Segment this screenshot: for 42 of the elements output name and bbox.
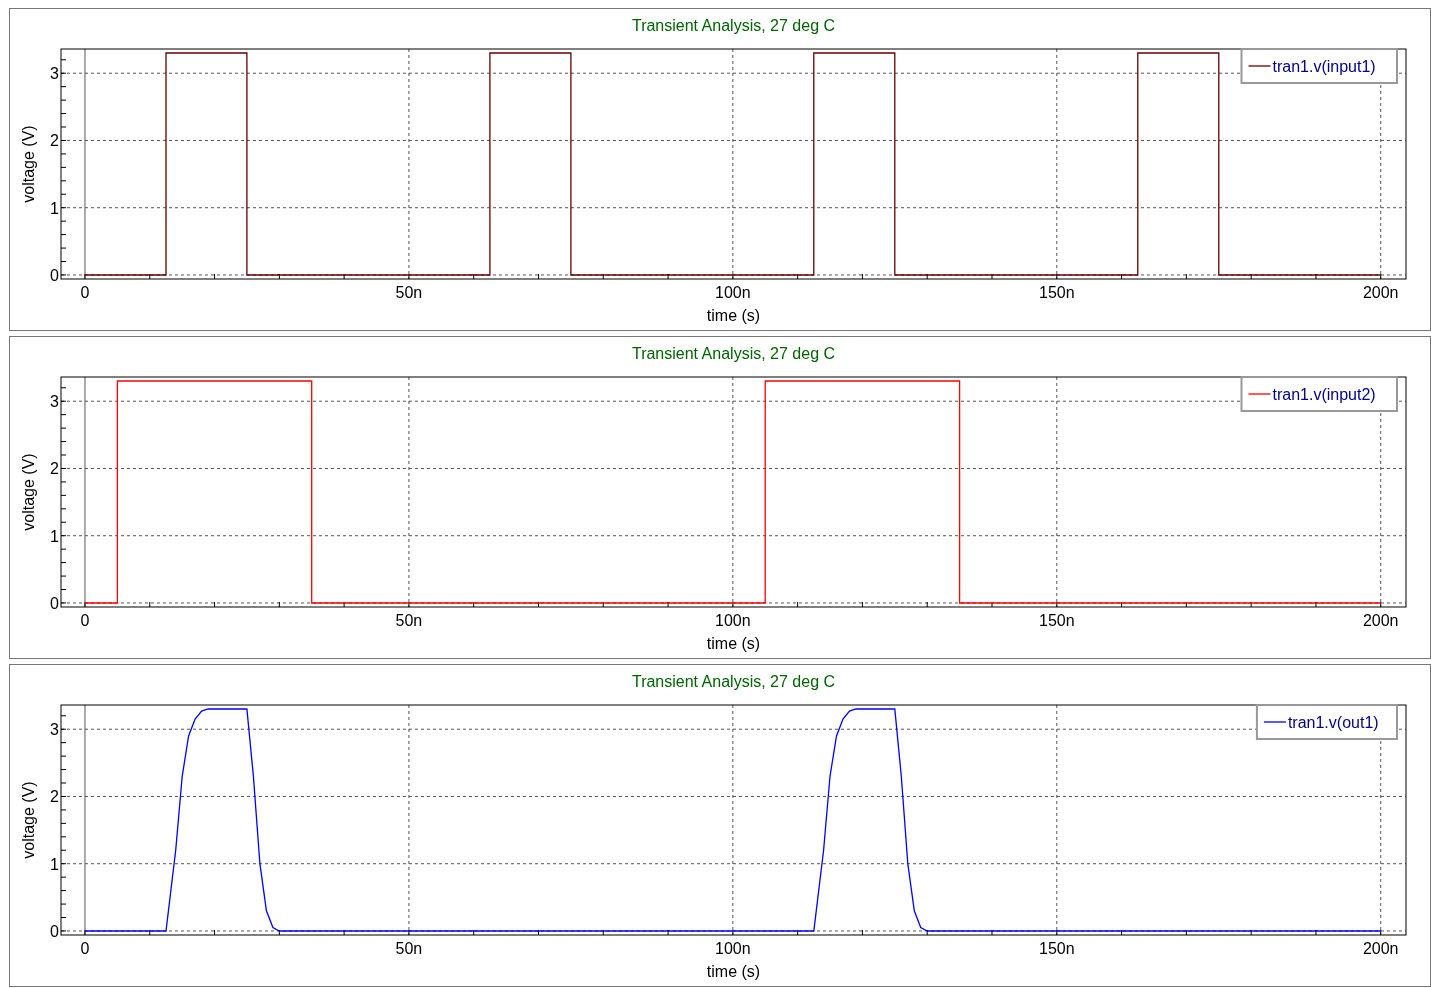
legend-line-icon (1247, 65, 1272, 67)
tick-label: 2 (50, 788, 59, 806)
x-axis-label: time (s) (706, 963, 761, 980)
tick-label: 0 (80, 284, 90, 301)
tick-label: 50n (395, 940, 423, 957)
legend-line-icon (1247, 393, 1272, 395)
legend-label: tran1.v(input2) (1272, 386, 1376, 403)
tick-label: 0 (80, 612, 90, 629)
tick-label: 3 (50, 65, 59, 83)
y-axis-label: voltage (V) (20, 781, 37, 859)
chart-title: Transient Analysis, 27 deg C (631, 345, 836, 362)
tick-label: 0 (80, 940, 90, 957)
tick-label: 200n (1362, 612, 1399, 629)
tick-label: 200n (1362, 284, 1399, 301)
legend-line-icon (1263, 721, 1287, 723)
tick-label: 200n (1362, 940, 1399, 957)
tick-label: 150n (1039, 940, 1075, 957)
tick-label: 150n (1039, 612, 1075, 629)
y-axis-label: voltage (V) (20, 453, 37, 531)
tick-label: 0 (50, 594, 59, 612)
tick-label: 100n (715, 284, 751, 301)
tick-label: 2 (50, 132, 59, 150)
tick-label: 100n (715, 612, 751, 629)
x-axis-label: time (s) (706, 635, 761, 652)
legend-label: tran1.v(out1) (1287, 714, 1379, 731)
tick-label: 3 (50, 721, 59, 739)
tick-label: 2 (50, 460, 59, 478)
tick-label: 1 (50, 199, 59, 217)
tick-label: 50n (395, 284, 423, 301)
tick-label: 0 (50, 266, 59, 284)
tick-label: 0 (50, 922, 59, 940)
legend-label: tran1.v(input1) (1272, 58, 1376, 75)
tick-label: 100n (715, 940, 751, 957)
tick-label: 1 (50, 527, 59, 545)
chart-title: Transient Analysis, 27 deg C (631, 17, 836, 34)
x-axis-label: time (s) (706, 307, 761, 324)
chart-title: Transient Analysis, 27 deg C (631, 673, 836, 690)
tick-label: 3 (50, 393, 59, 411)
tick-label: 1 (50, 855, 59, 873)
tick-label: 150n (1039, 284, 1075, 301)
y-axis-label: voltage (V) (20, 125, 37, 203)
tick-label: 50n (395, 612, 423, 629)
